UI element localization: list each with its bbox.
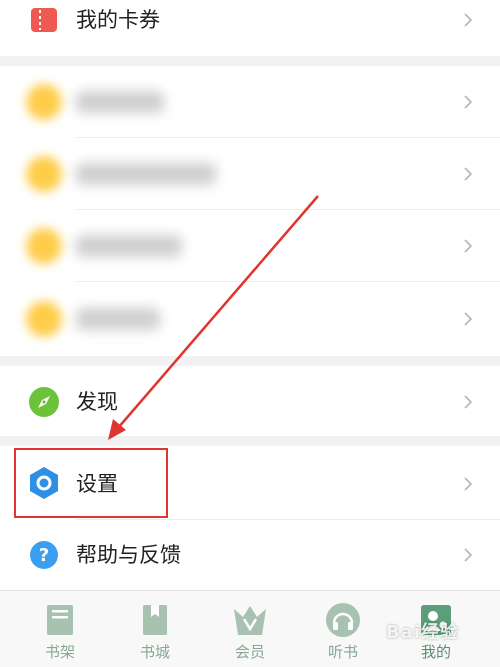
tab-membership[interactable]: 会员	[200, 591, 300, 667]
tab-bookstore[interactable]: 书城	[105, 591, 205, 667]
annotation-arrow	[108, 195, 319, 440]
tab-bookshelf[interactable]: 书架	[10, 591, 110, 667]
tab-label: 会员	[234, 643, 265, 661]
headphones-icon	[326, 603, 360, 637]
tab-audiobook[interactable]: 听书	[293, 591, 393, 667]
tab-label: 书城	[139, 643, 170, 661]
tab-label: 书架	[44, 643, 75, 661]
baidu-watermark: Bai经验	[386, 622, 460, 643]
tab-label: 听书	[327, 643, 358, 661]
bookshelf-icon	[47, 605, 73, 635]
tab-label: 我的	[420, 643, 451, 661]
bookstore-icon	[143, 605, 167, 635]
crown-icon	[234, 606, 266, 635]
